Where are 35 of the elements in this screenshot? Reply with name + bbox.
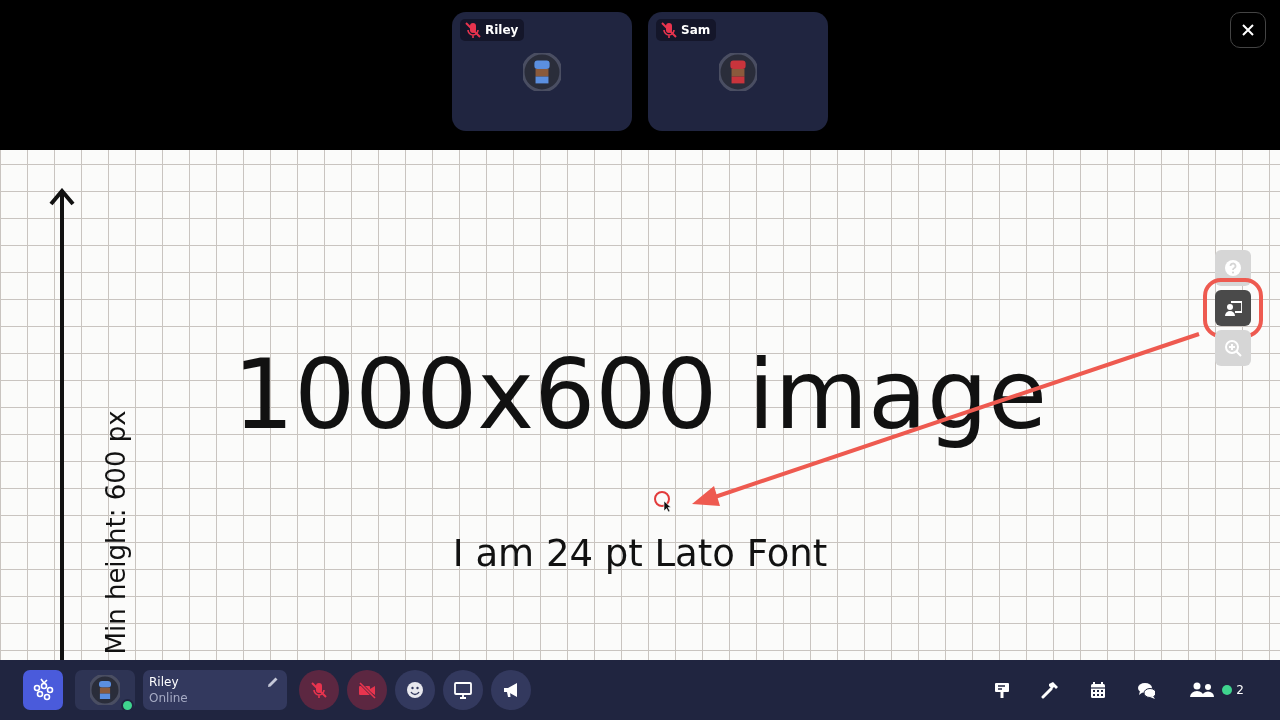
close-icon[interactable]	[1241, 23, 1255, 37]
user-card[interactable]: Riley Online	[143, 670, 287, 710]
app-logo-button[interactable]	[23, 670, 63, 710]
presenter-icon[interactable]	[1224, 299, 1242, 317]
close-button[interactable]	[1230, 12, 1266, 48]
image-heading: 1000x600 image	[233, 338, 1047, 453]
camera-button[interactable]	[347, 670, 387, 710]
name-tag: Sam	[656, 19, 717, 41]
megaphone-icon[interactable]	[502, 681, 520, 699]
monitor-icon[interactable]	[454, 681, 472, 699]
screen-share-button[interactable]	[443, 670, 483, 710]
avatar-icon	[719, 53, 757, 91]
camera-off-icon[interactable]	[358, 681, 376, 699]
cursor-icon	[653, 491, 673, 513]
axis-label: Min height: 600 px	[99, 409, 132, 655]
microphone-button[interactable]	[299, 670, 339, 710]
avatar-icon	[90, 675, 120, 705]
hammer-icon[interactable]	[1041, 681, 1060, 699]
presenter-button[interactable]	[1215, 290, 1251, 326]
grapes-icon[interactable]	[31, 677, 55, 703]
avatar-icon	[523, 53, 561, 91]
reaction-button[interactable]	[395, 670, 435, 710]
broadcast-button[interactable]	[491, 670, 531, 710]
chat-bubbles-icon[interactable]	[1137, 681, 1156, 699]
user-status: Online	[149, 690, 188, 706]
smiley-icon[interactable]	[406, 681, 424, 699]
signpost-icon[interactable]	[993, 681, 1012, 699]
user-name: Riley	[149, 674, 179, 690]
image-caption: I am 24 pt Lato Font	[452, 532, 828, 577]
calendar-icon[interactable]	[1089, 681, 1108, 699]
pencil-icon[interactable]	[267, 676, 279, 688]
name-tag: Riley	[460, 19, 525, 41]
people-icon[interactable]	[1190, 682, 1215, 698]
muted-mic-icon[interactable]	[310, 681, 328, 699]
people-button[interactable]: 2	[1190, 670, 1244, 710]
